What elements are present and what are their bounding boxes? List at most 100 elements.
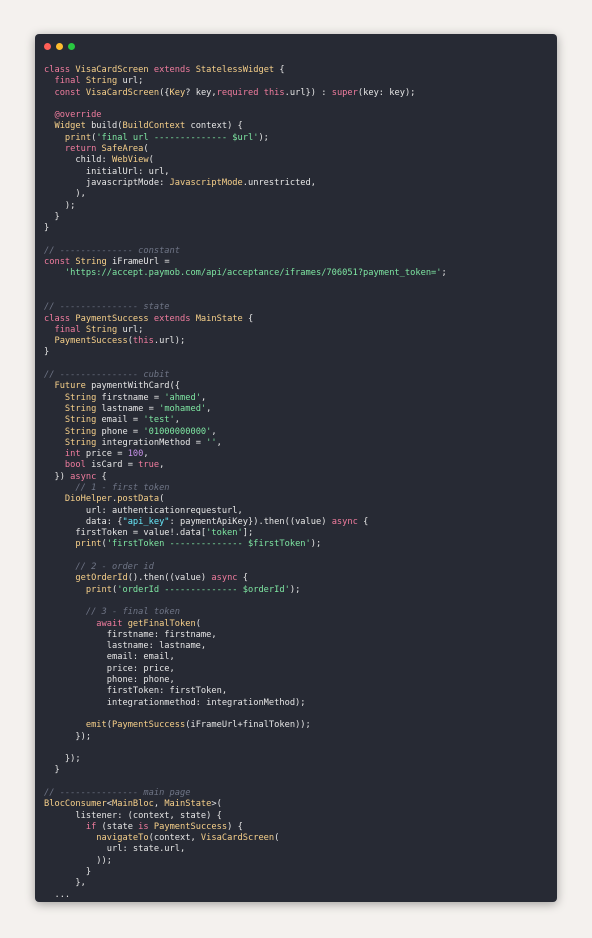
code-token: ), — [44, 189, 86, 200]
code-token: Key — [169, 87, 186, 98]
code-token: MainState — [164, 799, 212, 810]
code-token: String — [44, 437, 102, 448]
code-token: class — [44, 65, 76, 75]
code-token: firstToken = value!.data[ — [44, 528, 207, 539]
code-line: // --------------- main page — [44, 788, 447, 799]
code-token: // 3 - final token — [44, 607, 180, 618]
code-token: StatelessWidget — [195, 65, 280, 75]
code-token: listener: (context, state) { — [44, 810, 222, 821]
code-token: const — [44, 257, 76, 268]
code-token: ({ — [159, 87, 170, 98]
code-line: String phone = '01000000000', — [44, 427, 447, 438]
code-line: return SafeArea( — [44, 144, 447, 155]
code-line: class PaymentSuccess extends MainState { — [44, 314, 447, 325]
code-line: Widget build(BuildContext context) { — [44, 121, 447, 132]
code-token: paymentWithCard({ — [91, 381, 180, 392]
code-token: emit — [44, 720, 107, 731]
code-token: 'final url -------------- $url' — [96, 132, 259, 143]
code-token: DioHelper — [44, 494, 112, 505]
code-token: { — [242, 573, 248, 584]
code-line: String email = 'test', — [44, 415, 447, 426]
code-token: }); — [44, 731, 92, 742]
code-line: // 3 - final token — [44, 607, 447, 618]
code-token: url: authenticationrequesturl, — [44, 505, 243, 516]
code-line: await getFinalToken( — [44, 619, 447, 630]
code-line: PaymentSuccess(this.url); — [44, 336, 447, 347]
code-token: ( — [148, 155, 154, 166]
code-token: print — [44, 584, 112, 595]
code-token: build( — [91, 121, 123, 132]
code-token: , — [211, 426, 217, 437]
code-line: String integrationMethod = '', — [44, 438, 447, 449]
code-token: // --------------- state — [44, 302, 170, 313]
code-line: int price = 100, — [44, 449, 447, 460]
minimize-dot[interactable] — [56, 43, 63, 50]
code-token: initialUrl: url, — [44, 166, 170, 177]
code-token: { — [101, 471, 107, 482]
code-token: // --------------- cubit — [44, 370, 170, 381]
code-token: , — [206, 403, 212, 414]
code-token: int — [44, 449, 86, 460]
code-token: required this — [216, 87, 285, 98]
maximize-dot[interactable] — [68, 43, 75, 50]
code-token: super — [331, 87, 358, 98]
code-line: }); — [44, 732, 447, 743]
code-token: url; — [122, 76, 144, 87]
code-token: : paymentApiKey}).then((value) — [169, 516, 332, 527]
close-dot[interactable] — [44, 43, 51, 50]
code-token: } — [44, 223, 50, 234]
code-token: } — [44, 765, 60, 776]
code-line: listener: (context, state) { — [44, 811, 447, 822]
code-token: ; — [441, 268, 447, 279]
code-line: } — [44, 212, 447, 223]
code-token: integrationMethod = — [101, 437, 207, 448]
code-token: final — [44, 76, 86, 87]
code-token: , — [143, 449, 149, 460]
code-token: email: email, — [44, 652, 175, 663]
code-line: bool isCard = true, — [44, 460, 447, 471]
code-token: , — [216, 437, 222, 448]
code-token: child: — [44, 155, 112, 166]
window-titlebar — [35, 34, 557, 60]
code-token: '' — [206, 437, 217, 448]
code-line: emit(PaymentSuccess(iFrameUrl+finalToken… — [44, 720, 447, 731]
code-token: ().then((value) — [127, 573, 212, 584]
code-line: 'https://accept.paymob.com/api/acceptanc… — [44, 268, 447, 279]
code-line: const String iFrameUrl = — [44, 257, 447, 268]
code-token: extends — [153, 313, 196, 324]
code-line: print('final url -------------- $url'); — [44, 133, 447, 144]
code-token: 'orderId -------------- $orderId' — [117, 584, 290, 595]
code-token: BuildContext — [122, 121, 191, 132]
code-token: // 2 - order id — [44, 562, 154, 573]
code-line: // 1 - first token — [44, 483, 447, 494]
code-token: navigateTo — [44, 833, 149, 844]
code-token: String — [44, 392, 102, 403]
code-token: ); — [258, 132, 269, 143]
code-token: url; — [122, 324, 144, 335]
code-token: javascriptMode: — [44, 177, 170, 188]
code-token: data: { — [44, 516, 123, 527]
code-line: } — [44, 223, 447, 234]
code-token: MainBloc — [112, 799, 154, 810]
code-line: }); — [44, 754, 447, 765]
code-token: extends — [153, 65, 196, 75]
code-token: String — [44, 415, 102, 426]
code-token: lastname = — [101, 403, 160, 414]
code-token: .unrestricted, — [242, 177, 316, 188]
code-token: PaymentSuccess — [75, 313, 154, 324]
code-line: @override — [44, 110, 447, 121]
code-token: '01000000000' — [143, 426, 212, 437]
code-line: } — [44, 347, 447, 358]
code-token: url: state.url, — [44, 844, 186, 855]
code-line: url: authenticationrequesturl, — [44, 506, 447, 517]
code-token: ); — [289, 584, 301, 595]
code-token: , — [200, 392, 207, 403]
code-token: WebView — [112, 155, 149, 166]
code-token: phone = — [101, 426, 144, 437]
code-token: context) { — [190, 121, 243, 132]
